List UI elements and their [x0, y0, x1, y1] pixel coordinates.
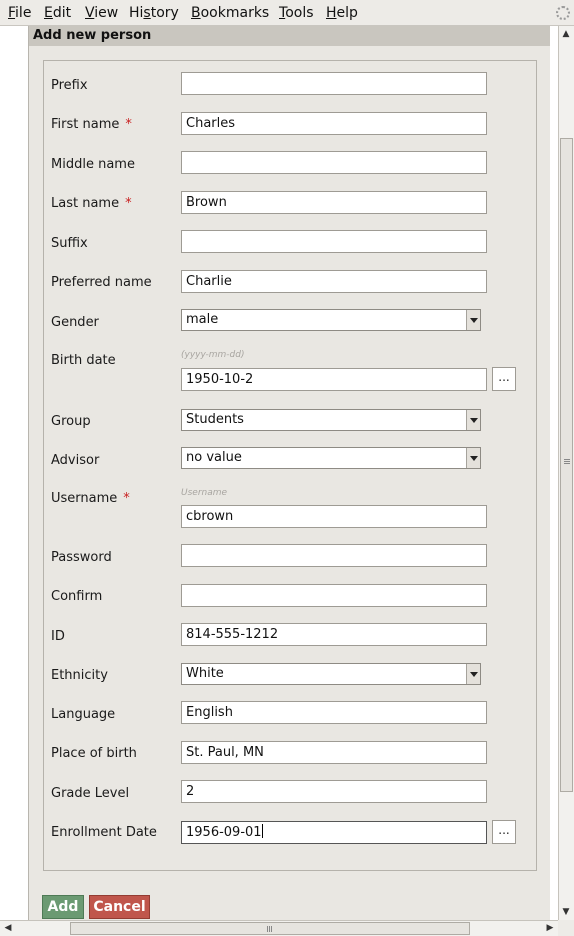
chevron-down-icon [466, 410, 480, 430]
page-margin [0, 26, 28, 920]
grade-level-field[interactable]: 2 [181, 780, 487, 803]
menu-bookmarks[interactable]: Bookmarks [191, 5, 269, 21]
advisor-select[interactable]: no value [181, 447, 481, 469]
horizontal-scrollbar[interactable]: ◀ ▶ [0, 920, 558, 936]
gender-label: Gender [51, 315, 99, 330]
enrollment-date-field[interactable]: 1956-09-01 [181, 821, 487, 844]
place-of-birth-field[interactable]: St. Paul, MN [181, 741, 487, 764]
username-field[interactable]: cbrown [181, 505, 487, 528]
chevron-down-icon [466, 664, 480, 684]
advisor-value: no value [186, 450, 242, 465]
scroll-up-icon[interactable]: ▲ [559, 27, 573, 41]
advisor-label: Advisor [51, 453, 100, 468]
menu-file[interactable]: File [8, 5, 31, 21]
required-marker: * [125, 196, 132, 211]
place-of-birth-label: Place of birth [51, 746, 137, 761]
suffix-label: Suffix [51, 236, 88, 251]
menu-bar: File Edit View History Bookmarks Tools H… [0, 0, 574, 26]
username-hint: Username [181, 488, 228, 498]
required-marker: * [123, 491, 130, 506]
id-field[interactable]: 814-555-1212 [181, 623, 487, 646]
scroll-left-icon[interactable]: ◀ [1, 921, 15, 935]
enrollment-date-label: Enrollment Date [51, 825, 157, 840]
first-name-field[interactable]: Charles [181, 112, 487, 135]
preferred-name-field[interactable]: Charlie [181, 270, 487, 293]
group-select[interactable]: Students [181, 409, 481, 431]
menu-view[interactable]: View [85, 5, 118, 21]
username-label: Username * [51, 491, 130, 506]
grade-level-label: Grade Level [51, 786, 130, 801]
birth-date-hint: (yyyy-mm-dd) [181, 350, 245, 360]
vertical-scroll-thumb[interactable] [560, 138, 573, 792]
first-name-label: First name * [51, 117, 132, 132]
vertical-scrollbar[interactable]: ▲ ▼ [558, 26, 574, 920]
enrollment-date-value: 1956-09-01 [186, 825, 262, 840]
last-name-label: Last name * [51, 196, 132, 211]
gender-select[interactable]: male [181, 309, 481, 331]
prefix-field[interactable] [181, 72, 487, 95]
scroll-right-icon[interactable]: ▶ [543, 921, 557, 935]
scroll-down-icon[interactable]: ▼ [559, 905, 573, 919]
preferred-name-label: Preferred name [51, 275, 152, 290]
ethnicity-label: Ethnicity [51, 668, 108, 683]
menu-history[interactable]: History [129, 5, 179, 21]
password-field[interactable] [181, 544, 487, 567]
activity-throbber-icon [556, 6, 570, 20]
password-label: Password [51, 550, 112, 565]
birth-date-label: Birth date [51, 353, 116, 368]
enrollment-date-picker-button[interactable]: ... [492, 820, 516, 844]
horizontal-scroll-thumb[interactable] [70, 922, 470, 935]
language-field[interactable]: English [181, 701, 487, 724]
birth-date-picker-button[interactable]: ... [492, 367, 516, 391]
confirm-field[interactable] [181, 584, 487, 607]
prefix-label: Prefix [51, 78, 88, 93]
language-label: Language [51, 707, 116, 722]
scrollbar-corner [558, 920, 574, 936]
menu-help[interactable]: Help [326, 5, 358, 21]
id-label: ID [51, 629, 65, 644]
middle-name-field[interactable] [181, 151, 487, 174]
ethnicity-value: White [186, 666, 224, 681]
gender-value: male [186, 312, 219, 327]
confirm-label: Confirm [51, 589, 103, 604]
chevron-down-icon [466, 310, 480, 330]
group-label: Group [51, 414, 91, 429]
last-name-field[interactable]: Brown [181, 191, 487, 214]
required-marker: * [125, 117, 132, 132]
grip-icon [267, 926, 268, 932]
cancel-button[interactable]: Cancel [89, 895, 150, 919]
middle-name-label: Middle name [51, 157, 135, 172]
group-value: Students [186, 412, 244, 427]
birth-date-field[interactable]: 1950-10-2 [181, 368, 487, 391]
chevron-down-icon [466, 448, 480, 468]
menu-edit[interactable]: Edit [44, 5, 71, 21]
ethnicity-select[interactable]: White [181, 663, 481, 685]
menu-tools[interactable]: Tools [279, 5, 314, 21]
text-cursor [261, 824, 263, 838]
grip-icon [564, 459, 570, 460]
panel-title: Add new person [29, 26, 550, 46]
suffix-field[interactable] [181, 230, 487, 253]
add-button[interactable]: Add [42, 895, 84, 919]
